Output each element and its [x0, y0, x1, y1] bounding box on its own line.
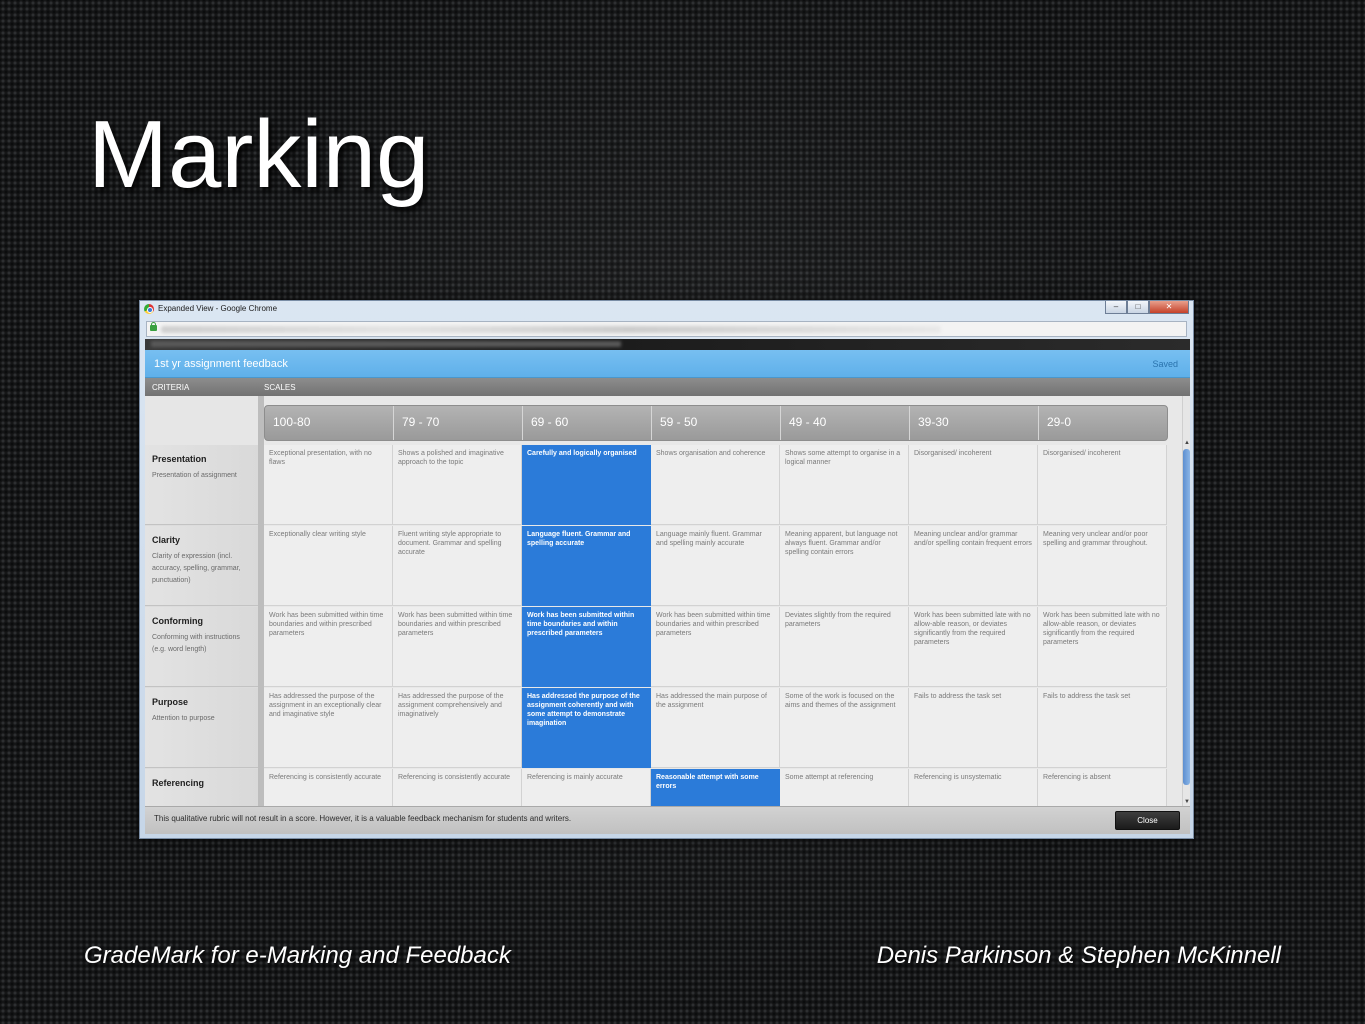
rubric-cell[interactable]: Exceptional presentation, with no flaws [264, 445, 393, 525]
rubric-footer-note: This qualitative rubric will not result … [154, 814, 572, 823]
window-titlebar[interactable]: Expanded View - Google Chrome – □ ✕ [140, 301, 1193, 319]
criterion-description: Presentation of assignment [152, 472, 237, 479]
criterion-name: Clarity [152, 535, 181, 545]
rubric-cell[interactable]: Fails to address the task set [909, 688, 1038, 768]
rubric-cell-selected[interactable]: Work has been submitted within time boun… [522, 607, 651, 687]
scales-header: SCALES [264, 383, 296, 392]
rubric-cell[interactable]: Work has been submitted late with no all… [909, 607, 1038, 687]
rubric-cell[interactable]: Deviates slightly from the required para… [780, 607, 909, 687]
blurred-toolbar [145, 339, 1190, 350]
rubric-cell[interactable]: Shows a polished and imaginative approac… [393, 445, 522, 525]
criterion-description: Attention to purpose [152, 715, 215, 722]
window-close-button[interactable]: ✕ [1149, 301, 1189, 314]
address-bar[interactable] [146, 321, 1187, 337]
rubric-title: 1st yr assignment feedback [154, 358, 288, 370]
rubric-footer: This qualitative rubric will not result … [145, 806, 1190, 834]
criterion-name: Presentation [152, 454, 207, 464]
rubric-cell[interactable]: Shows organisation and coherence [651, 445, 780, 525]
rubric-app: 1st yr assignment feedback Saved CRITERI… [145, 350, 1190, 834]
rubric-cell[interactable]: Work has been submitted within time boun… [264, 607, 393, 687]
browser-window: Expanded View - Google Chrome – □ ✕ 1st … [139, 300, 1194, 839]
rubric-cell[interactable]: Disorganised/ incoherent [1038, 445, 1167, 525]
blurred-url [161, 326, 941, 333]
rubric-cell[interactable]: Has addressed the purpose of the assignm… [393, 688, 522, 768]
rubric-cell[interactable]: Meaning very unclear and/or poor spellin… [1038, 526, 1167, 606]
criterion-description: Conforming with instructions (e.g. word … [152, 634, 240, 653]
criterion-name: Conforming [152, 616, 203, 626]
criteria-panel-corner [145, 396, 258, 446]
rubric-cell[interactable]: Meaning apparent, but language not alway… [780, 526, 909, 606]
rubric-cell[interactable]: Meaning unclear and/or grammar and/or sp… [909, 526, 1038, 606]
scale-column-header: 49 - 40 [781, 406, 910, 440]
rubric-cell-selected[interactable]: Carefully and logically organised [522, 445, 651, 525]
chrome-icon [144, 304, 154, 314]
rubric-cell[interactable]: Language mainly fluent. Grammar and spel… [651, 526, 780, 606]
criterion-row: Conforming Conforming with instructions (… [145, 607, 258, 687]
lock-icon [150, 322, 157, 331]
scale-column-header: 79 - 70 [394, 406, 523, 440]
rubric-cell[interactable]: Some of the work is focused on the aims … [780, 688, 909, 768]
rubric-cell[interactable]: Fluent writing style appropriate to docu… [393, 526, 522, 606]
scale-column-header: 39-30 [910, 406, 1039, 440]
scroll-thumb[interactable] [1183, 449, 1190, 785]
vertical-scrollbar[interactable]: ▲ ▼ [1182, 396, 1190, 806]
close-button[interactable]: Close [1115, 811, 1180, 830]
scale-column-header: 59 - 50 [652, 406, 781, 440]
criteria-header: CRITERIA [152, 383, 190, 392]
criterion-description: Clarity of expression (incl. accuracy, s… [152, 553, 241, 584]
rubric-cell-selected[interactable]: Language fluent. Grammar and spelling ac… [522, 526, 651, 606]
minimize-button[interactable]: – [1105, 301, 1127, 314]
criterion-row: Clarity Clarity of expression (incl. accu… [145, 526, 258, 606]
scale-column-header: 69 - 60 [523, 406, 652, 440]
criteria-panel: Presentation Presentation of assignment Cl… [145, 396, 258, 834]
rubric-cell[interactable]: Exceptionally clear writing style [264, 526, 393, 606]
scale-header-bar: 100-80 79 - 70 69 - 60 59 - 50 49 - 40 39-30 2… [264, 405, 1168, 441]
scale-column-header: 100-80 [265, 406, 394, 440]
footer-left: GradeMark for e-Marking and Feedback [84, 942, 511, 969]
scales-grid: 100-80 79 - 70 69 - 60 59 - 50 49 - 40 39-30 2… [264, 396, 1182, 834]
rubric-cell-selected[interactable]: Has addressed the purpose of the assignm… [522, 688, 651, 768]
footer-right: Denis Parkinson & Stephen McKinnell [876, 942, 1281, 969]
window-controls: – □ ✕ [1105, 301, 1189, 314]
rubric-cell[interactable]: Fails to address the task set [1038, 688, 1167, 768]
scale-column-header: 29-0 [1047, 415, 1072, 429]
rubric-cell[interactable]: Work has been submitted late with no all… [1038, 607, 1167, 687]
column-headers: CRITERIA SCALES [145, 378, 1190, 396]
rubric-cell[interactable]: Disorganised/ incoherent [909, 445, 1038, 525]
save-status: Saved [1152, 359, 1178, 369]
criterion-name: Purpose [152, 697, 189, 707]
rubric-cell[interactable]: Has addressed the purpose of the assignm… [264, 688, 393, 768]
criterion-name: Referencing [152, 778, 205, 788]
rubric-cell[interactable]: Work has been submitted within time boun… [393, 607, 522, 687]
rubric-header: 1st yr assignment feedback Saved [145, 350, 1190, 378]
scroll-up-icon[interactable]: ▲ [1183, 439, 1190, 447]
criterion-row: Purpose Attention to purpose [145, 688, 258, 768]
slide-title: Marking [88, 101, 430, 208]
maximize-button[interactable]: □ [1127, 301, 1149, 314]
criterion-row: Presentation Presentation of assignment [145, 445, 258, 525]
scroll-down-icon[interactable]: ▼ [1183, 798, 1190, 806]
rubric-cell[interactable]: Work has been submitted within time boun… [651, 607, 780, 687]
window-title: Expanded View - Google Chrome [158, 304, 278, 313]
blurred-toolbar-content [151, 341, 621, 347]
rubric-cell[interactable]: Has addressed the main purpose of the as… [651, 688, 780, 768]
rubric-cell[interactable]: Shows some attempt to organise in a logi… [780, 445, 909, 525]
